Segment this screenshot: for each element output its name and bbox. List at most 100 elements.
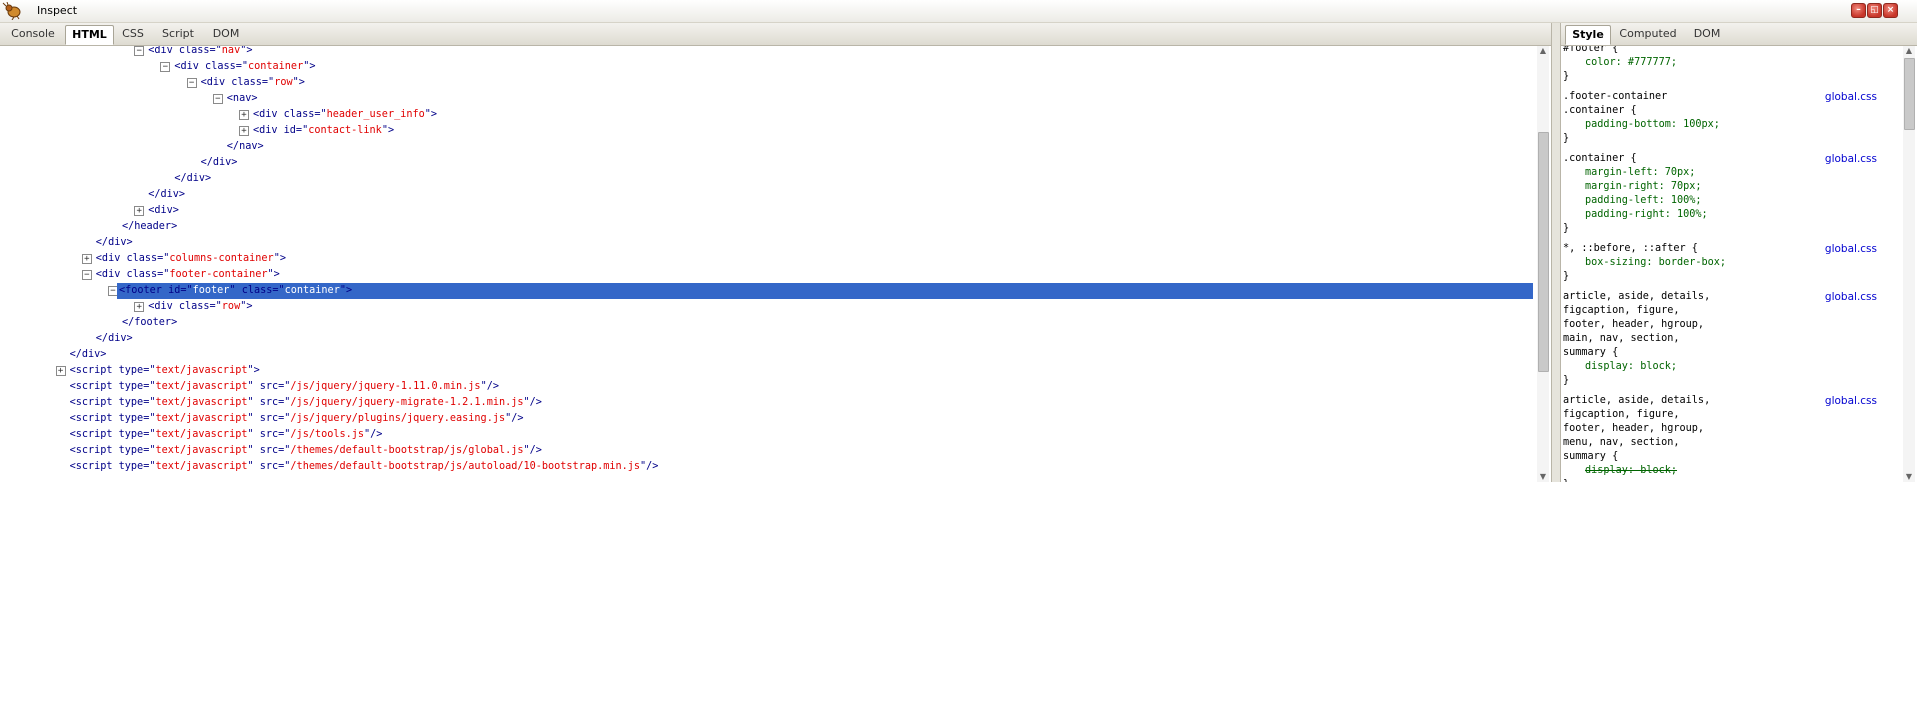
tag-text: <script type=" [69,397,156,408]
html-tree-node[interactable]: </footer> [122,315,177,331]
scroll-down-icon[interactable]: ▼ [1537,472,1549,482]
html-tree-node[interactable]: <div class="nav"> [148,46,252,59]
html-tree-node[interactable]: <div class="row"> [148,299,252,315]
html-tree-node[interactable]: <script type="text/javascript" src="/the… [70,459,659,475]
pane-splitter[interactable] [1551,23,1561,482]
attribute-value: text/javascript [155,397,248,408]
html-tree-node[interactable]: </div> [96,331,133,347]
tab-dom-right[interactable]: DOM [1687,25,1727,43]
html-tree-node[interactable]: <nav> [227,91,258,107]
minimize-icon[interactable]: – [1851,3,1866,18]
scroll-down-icon[interactable]: ▼ [1903,472,1915,482]
css-property[interactable]: margin-left: 70px; [1585,166,1695,180]
html-tree-node[interactable]: <script type="text/javascript" src="/the… [70,443,542,459]
css-rule-close: } [1563,271,1570,282]
html-tree-node[interactable]: <script type="text/javascript" src="/js/… [70,395,542,411]
html-tree-node[interactable]: </div> [148,187,185,203]
css-source-link[interactable]: global.css [1825,394,1877,408]
html-tree-scrollbar[interactable]: ▲ ▼ [1537,46,1549,482]
html-tree-node[interactable]: <div class="container"> [174,59,315,75]
css-property[interactable]: box-sizing: border-box; [1585,256,1726,270]
scrollbar-thumb[interactable] [1904,58,1915,130]
css-source-link[interactable]: global.css [1825,90,1877,104]
style-scrollbar[interactable]: ▲ ▼ [1903,46,1915,482]
tab-console[interactable]: Console [4,25,62,43]
html-tree-node[interactable]: <div class="columns-container"> [96,251,286,267]
tag-text: "> [240,46,253,56]
css-property[interactable]: padding-bottom: 100px; [1585,118,1720,132]
css-property[interactable]: padding-left: 100%; [1585,194,1702,208]
scroll-up-icon[interactable]: ▲ [1903,46,1915,56]
css-selector: summary { [1563,451,1619,462]
html-tree-node[interactable]: </div> [70,347,107,363]
html-tree-node[interactable]: </header> [122,219,177,235]
attribute-value: container [284,285,340,296]
html-tree-node[interactable]: <script type="text/javascript" src="/js/… [70,411,524,427]
html-tree-node[interactable]: </nav> [227,139,264,155]
css-selector: .container { [1563,153,1637,164]
tag-text: "> [424,109,438,120]
html-tree-node[interactable]: </div> [201,155,238,171]
tag-text: <script type=" [69,429,156,440]
tag-text: </div> [95,237,133,248]
expand-icon[interactable]: + [134,206,145,216]
tag-text: "> [339,285,353,296]
restore-icon[interactable]: ◱ [1867,3,1882,18]
tag-text: <div> [148,205,179,216]
collapse-icon[interactable]: − [160,62,171,72]
html-tree-node[interactable]: <div class="row"> [201,75,305,91]
html-tree-node[interactable]: <div class="footer-container"> [96,267,280,283]
tab-style[interactable]: Style [1565,25,1611,45]
collapse-icon[interactable]: − [81,270,92,280]
collapse-icon[interactable]: − [186,78,197,88]
expand-icon[interactable]: + [239,110,249,120]
tag-text: " src=" [247,461,291,472]
firebug-icon [2,2,21,20]
css-source-link[interactable]: global.css [1825,152,1877,166]
html-tree-node[interactable]: </div> [96,235,133,251]
css-property[interactable]: color: #777777; [1585,56,1677,70]
html-tree-node[interactable]: </div> [174,171,211,187]
scrollbar-thumb[interactable] [1538,132,1549,372]
tag-text: </div> [200,157,238,168]
css-property[interactable]: margin-right: 70px; [1585,180,1702,194]
collapse-icon[interactable]: − [212,94,223,104]
expand-icon[interactable]: + [239,126,249,136]
expand-icon[interactable]: + [134,302,145,312]
tag-text: </nav> [226,141,264,152]
html-tree-node[interactable]: <script type="text/javascript"> [70,363,260,379]
selected-node[interactable]: <footer id="footer" class="container"> [117,283,1533,299]
tab-html[interactable]: HTML [65,25,114,45]
html-tree-node[interactable]: <div id="contact-link"> [253,123,394,139]
css-selector: main, nav, section, [1563,333,1680,344]
expand-icon[interactable]: + [81,254,92,264]
css-source-link[interactable]: global.css [1825,290,1877,304]
html-tree-node[interactable]: <div> [148,203,179,219]
css-property[interactable]: display: block; [1585,464,1677,478]
css-selector: article, aside, details, [1563,291,1711,302]
close-icon[interactable]: × [1883,3,1898,18]
attribute-value: /js/jquery/jquery-1.11.0.min.js [290,381,481,392]
collapse-icon[interactable]: − [134,46,145,56]
expand-icon[interactable]: + [55,366,66,376]
html-tree-node[interactable]: <script type="text/javascript" src="/js/… [70,427,383,443]
scroll-up-icon[interactable]: ▲ [1537,46,1549,56]
css-selector: .container { [1563,105,1637,116]
tab-computed[interactable]: Computed [1613,25,1683,43]
attribute-value: columns-container [169,253,274,264]
tab-dom[interactable]: DOM [206,25,246,43]
css-property[interactable]: padding-right: 100%; [1585,208,1708,222]
tag-text: <div class=" [95,253,170,264]
tag-text: "> [292,77,305,88]
html-tree-node[interactable]: <script type="text/javascript" src="/js/… [70,379,499,395]
tag-text: <script type=" [69,381,156,392]
css-property[interactable]: display: block; [1585,360,1677,374]
html-tree-node[interactable]: <div class="header_user_info"> [253,107,437,123]
tab-script[interactable]: Script [154,25,202,43]
css-source-link[interactable]: global.css [1825,242,1877,256]
tab-css[interactable]: CSS [116,25,150,43]
attribute-value: text/javascript [155,445,248,456]
tag-text: </div> [69,349,107,360]
css-selector: footer, header, hgroup, [1563,319,1705,330]
attribute-value: footer-container [169,269,268,280]
